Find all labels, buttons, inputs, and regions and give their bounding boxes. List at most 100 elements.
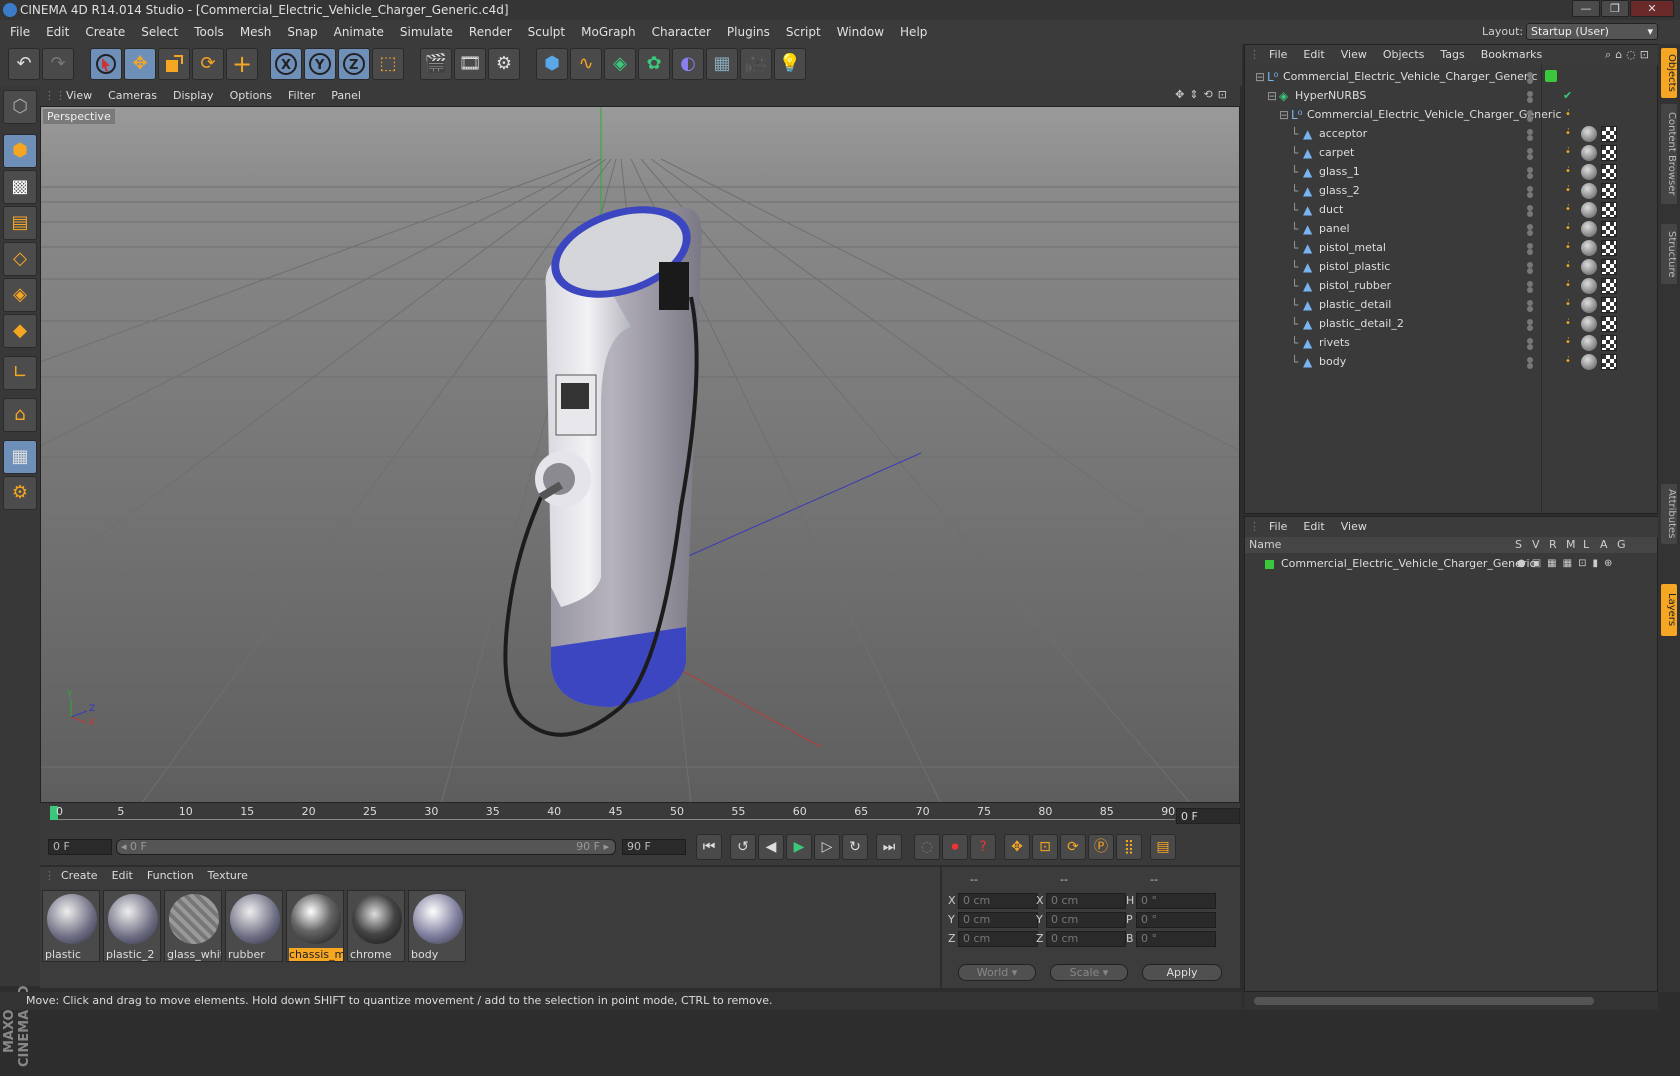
uvw-tag-icon[interactable] — [1601, 316, 1617, 332]
phong-tag-icon[interactable]: •̇ — [1565, 333, 1571, 353]
material-swatch[interactable]: rubber — [225, 890, 283, 962]
material-tag-icon[interactable] — [1581, 240, 1597, 256]
object-row[interactable]: └ ▲ rivets •̇ — [1245, 333, 1657, 353]
material-swatch[interactable]: body — [408, 890, 466, 962]
lock-workplane-icon[interactable]: ▦ — [3, 440, 37, 474]
uvw-tag-icon[interactable] — [1601, 202, 1617, 218]
render-visibility-dot[interactable] — [1527, 325, 1533, 331]
object-row[interactable]: └ ▲ duct •̇ — [1245, 200, 1657, 220]
record-position-icon[interactable]: ◌ — [914, 834, 940, 860]
menu-character[interactable]: Character — [644, 20, 719, 44]
minimize-button[interactable]: — — [1572, 0, 1600, 17]
end-frame-field[interactable]: 90 F — [622, 839, 686, 855]
menu-tools[interactable]: Tools — [186, 20, 232, 44]
planar-workplane-icon[interactable]: ⚙ — [3, 476, 37, 510]
viewport-menu-options[interactable]: Options — [222, 86, 280, 106]
menu-sculpt[interactable]: Sculpt — [520, 20, 573, 44]
tree-line-icon[interactable]: └ — [1291, 219, 1298, 239]
coord-field-b[interactable]: 0 cm — [1046, 893, 1126, 909]
layer-col-r[interactable]: R — [1549, 537, 1557, 553]
render-visibility-dot[interactable] — [1527, 135, 1533, 141]
phong-tag-icon[interactable]: •̇ — [1565, 276, 1571, 296]
x-axis-icon[interactable]: X — [270, 48, 302, 80]
viewport-menu-display[interactable]: Display — [165, 86, 222, 106]
coord-field-b[interactable]: 0 cm — [1046, 931, 1126, 947]
material-menu-texture[interactable]: Texture — [201, 867, 255, 885]
uvw-tag-icon[interactable] — [1601, 278, 1617, 294]
y-axis-icon[interactable]: Y — [304, 48, 336, 80]
object-row[interactable]: └ ▲ plastic_detail_2 •̇ — [1245, 314, 1657, 334]
next-key-icon[interactable]: ↻ — [842, 834, 868, 860]
expand-toggle-icon[interactable]: ⊟ — [1255, 67, 1265, 87]
frame-range-slider[interactable]: ◂ 0 F 90 F ▸ — [116, 839, 616, 855]
tree-line-icon[interactable]: └ — [1291, 257, 1298, 277]
tree-line-icon[interactable]: └ — [1291, 276, 1298, 296]
tree-line-icon[interactable]: └ — [1291, 181, 1298, 201]
object-row[interactable]: └ ▲ acceptor •̇ — [1245, 124, 1657, 144]
side-tab-objects[interactable]: Objects — [1661, 48, 1677, 98]
menu-edit[interactable]: Edit — [38, 20, 77, 44]
z-axis-icon[interactable]: Z — [338, 48, 370, 80]
material-menu-create[interactable]: Create — [54, 867, 105, 885]
render-visibility-dot[interactable] — [1527, 116, 1533, 122]
edge-mode-icon[interactable]: ◈ — [3, 278, 37, 312]
tree-line-icon[interactable]: └ — [1291, 352, 1298, 372]
render-visibility-dot[interactable] — [1527, 344, 1533, 350]
move-icon[interactable]: ✥ — [124, 48, 156, 80]
layer-col-g[interactable]: G — [1617, 537, 1626, 553]
layer-menu-edit[interactable]: Edit — [1295, 517, 1332, 537]
maximize-button[interactable]: ❐ — [1601, 0, 1629, 17]
previous-frame-icon[interactable]: ◀ — [758, 834, 784, 860]
autokey-icon[interactable]: ⏺ — [942, 834, 968, 860]
material-menu-function[interactable]: Function — [140, 867, 201, 885]
menu-file[interactable]: File — [2, 20, 38, 44]
model-mode-icon[interactable]: ⬢ — [3, 134, 37, 168]
timeline[interactable]: 0 5 10 15 20 25 30 35 40 45 50 55 60 65 70 75 80 85 90 0 F — [40, 803, 1240, 829]
render-picture-viewer-icon[interactable]: 🎞 — [454, 48, 486, 80]
object-row[interactable]: ⊟ ◈ HyperNURBS ✔ — [1245, 86, 1657, 106]
material-menu-edit[interactable]: Edit — [105, 867, 140, 885]
viewport-nav-icons[interactable]: ✥⇕⟲⊡ — [1175, 88, 1232, 101]
phong-tag-icon[interactable]: •̇ — [1565, 295, 1571, 315]
object-menu-bookmarks[interactable]: Bookmarks — [1473, 45, 1550, 65]
floor-icon[interactable]: ▦ — [706, 48, 738, 80]
menu-mograph[interactable]: MoGraph — [573, 20, 644, 44]
spline-pen-icon[interactable]: ∿ — [570, 48, 602, 80]
key-position-icon[interactable]: ✥ — [1004, 834, 1030, 860]
menu-animate[interactable]: Animate — [326, 20, 392, 44]
tree-line-icon[interactable]: └ — [1291, 200, 1298, 220]
menu-mesh[interactable]: Mesh — [232, 20, 280, 44]
uvw-tag-icon[interactable] — [1601, 335, 1617, 351]
material-tag-icon[interactable] — [1581, 354, 1597, 370]
object-row[interactable]: └ ▲ pistol_plastic •̇ — [1245, 257, 1657, 277]
object-row[interactable]: ⊟ L⁰ Commercial_Electric_Vehicle_Charger_G… — [1245, 105, 1657, 125]
layer-col-a[interactable]: A — [1600, 537, 1608, 553]
material-swatch[interactable]: chrome — [347, 890, 405, 962]
next-frame-icon[interactable]: ▷ — [814, 834, 840, 860]
material-tag-icon[interactable] — [1581, 126, 1597, 142]
object-menu-edit[interactable]: Edit — [1295, 45, 1332, 65]
phong-tag-icon[interactable]: •̇ — [1565, 257, 1571, 277]
array-icon[interactable]: ✿ — [638, 48, 670, 80]
object-menu-view[interactable]: View — [1333, 45, 1375, 65]
material-tag-icon[interactable] — [1581, 221, 1597, 237]
uvw-tag-icon[interactable] — [1601, 297, 1617, 313]
coord-field-c[interactable]: 0 ° — [1136, 893, 1216, 909]
uvw-tag-icon[interactable] — [1601, 145, 1617, 161]
key-points-icon[interactable]: ⣿ — [1116, 834, 1142, 860]
layer-menu-file[interactable]: File — [1261, 517, 1295, 537]
tree-line-icon[interactable]: └ — [1291, 162, 1298, 182]
uvw-tag-icon[interactable] — [1601, 221, 1617, 237]
phong-tag-icon[interactable]: •̇ — [1565, 200, 1571, 220]
material-swatch[interactable]: chassis_metal — [286, 890, 344, 962]
go-to-start-icon[interactable]: ⏮ — [696, 834, 722, 860]
phong-tag-icon[interactable]: •̇ — [1565, 219, 1571, 239]
render-visibility-dot[interactable] — [1527, 78, 1533, 84]
render-settings-icon[interactable]: ⚙ — [488, 48, 520, 80]
render-visibility-dot[interactable] — [1527, 306, 1533, 312]
cube-icon[interactable]: ⬢ — [536, 48, 568, 80]
tree-line-icon[interactable]: └ — [1291, 143, 1298, 163]
key-rotation-icon[interactable]: ⟳ — [1060, 834, 1086, 860]
layer-col-m[interactable]: M — [1566, 537, 1576, 553]
viewport-menu-view[interactable]: View — [58, 86, 100, 106]
